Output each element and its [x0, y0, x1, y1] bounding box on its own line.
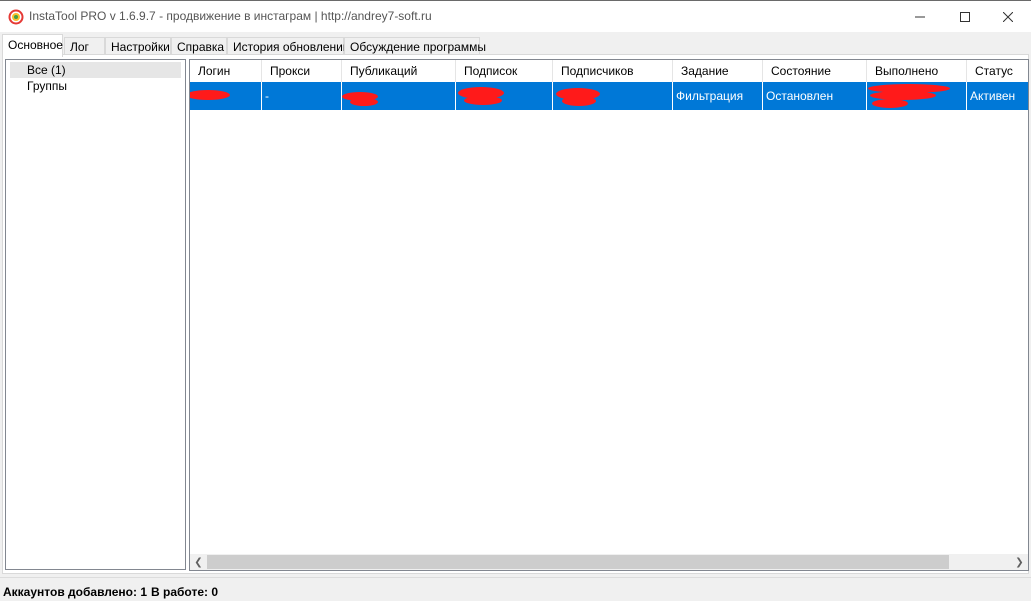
column-header-done[interactable]: Выполнено [867, 60, 967, 82]
tab-main[interactable]: Основное [2, 34, 63, 57]
tab-bar: Основное Лог Настройки Справка История о… [0, 32, 1031, 57]
groups-tree[interactable]: Все (1) Группы [5, 59, 186, 570]
tree-item-all[interactable]: Все (1) [10, 62, 181, 78]
accounts-added-status: Аккаунтов добавлено: 1 [3, 585, 148, 599]
redaction-mark [562, 96, 596, 106]
scroll-left-button[interactable]: ❮ [190, 554, 207, 570]
cell-task: Фильтрация [673, 82, 763, 110]
redaction-mark [350, 98, 378, 106]
column-header-proxy[interactable]: Прокси [262, 60, 342, 82]
column-header-login[interactable]: Логин [190, 60, 262, 82]
column-header-status[interactable]: Статус [967, 60, 1028, 82]
scrollbar-thumb[interactable] [207, 555, 949, 569]
column-header-followers[interactable]: Подписчиков [553, 60, 673, 82]
maximize-button[interactable] [942, 1, 988, 32]
minimize-icon [915, 16, 925, 17]
in-work-status: В работе: 0 [151, 585, 219, 599]
title-bar: InstaTool PRO v 1.6.9.7 - продвижение в … [0, 0, 1031, 32]
table-row[interactable]: - Фильтрация Остановлен Активен [190, 82, 1028, 110]
window-title: InstaTool PRO v 1.6.9.7 - продвижение в … [29, 9, 432, 23]
instatool-logo-icon [8, 9, 24, 25]
chevron-right-icon: ❯ [1015, 556, 1024, 568]
minimize-button[interactable] [897, 1, 943, 32]
cell-status: Активен [970, 89, 1016, 103]
column-header-task[interactable]: Задание [673, 60, 763, 82]
cell-proxy: - [262, 82, 342, 110]
cell-state: Остановлен [763, 82, 867, 110]
column-header-state[interactable]: Состояние [763, 60, 867, 82]
accounts-grid[interactable]: Логин Прокси Публикаций Подписок Подписч… [189, 59, 1029, 571]
grid-header: Логин Прокси Публикаций Подписок Подписч… [190, 60, 1028, 83]
chevron-left-icon: ❮ [194, 556, 203, 568]
redaction-mark [872, 99, 908, 108]
close-icon [1003, 11, 1013, 22]
status-bar: Аккаунтов добавлено: 1 В работе: 0 [0, 577, 1031, 601]
redaction-mark [464, 96, 502, 105]
scroll-right-button[interactable]: ❯ [1011, 554, 1028, 570]
maximize-icon [960, 11, 970, 22]
horizontal-scrollbar[interactable]: ❮ ❯ [189, 554, 1029, 571]
column-header-posts[interactable]: Публикаций [342, 60, 456, 82]
column-header-following[interactable]: Подписок [456, 60, 553, 82]
close-button[interactable] [985, 1, 1031, 32]
tree-item-groups[interactable]: Группы [10, 78, 181, 94]
